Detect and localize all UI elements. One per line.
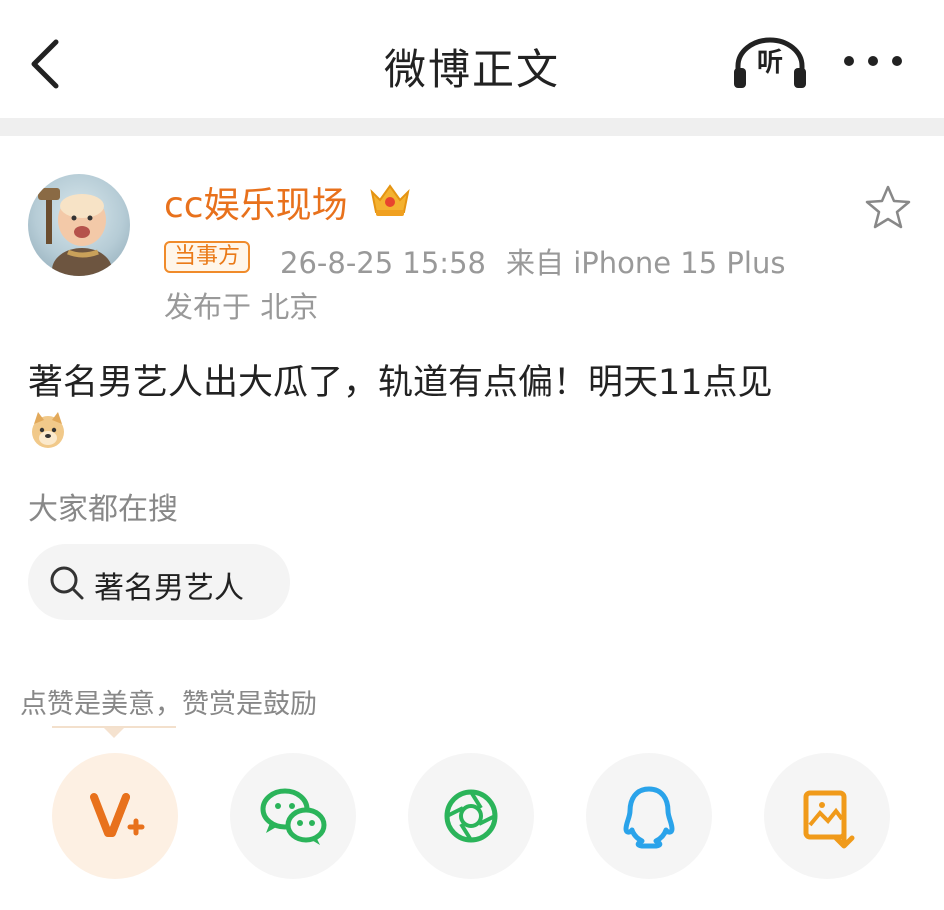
more-dots-icon [844,56,902,66]
wechat-icon [260,788,327,845]
trending-search-heading: 大家都在搜 [28,492,178,527]
share-qq-button[interactable] [586,753,712,879]
save-image-button[interactable] [764,753,890,879]
v-plus-icon [90,793,145,837]
weibo-post-page: 微博正文 听 cc娱乐现场 当事方 26-8-25 15:58 来自 iPhon… [0,0,944,910]
search-chip[interactable]: 著名男艺人 [28,544,290,620]
post-location: 发布于 北京 [164,290,319,324]
avatar-image [38,188,112,276]
doge-emoji-icon [28,410,68,450]
qq-icon [623,786,675,849]
reward-pointer [104,728,124,738]
crown-icon [368,180,412,220]
reward-prompt: 点赞是美意，赞赏是鼓励 [20,689,317,720]
post-meta: 26-8-25 15:58 来自 iPhone 15 Plus [280,240,785,282]
listen-label: 听 [756,48,783,78]
share-moments-button[interactable] [408,753,534,879]
header-divider [0,118,944,136]
post-text: 著名男艺人出大瓜了，轨道有点偏！明天11点见 [28,363,773,403]
share-wechat-button[interactable] [230,753,356,879]
post-source: 来自 iPhone 15 Plus [505,246,786,280]
favorite-button[interactable] [864,184,912,230]
reward-v-button[interactable] [52,753,178,879]
listen-button[interactable]: 听 [732,36,808,92]
more-options-button[interactable] [838,46,908,76]
moments-icon [444,789,498,843]
save-image-icon [803,790,855,849]
avatar[interactable] [28,174,130,276]
search-chip-label: 著名男艺人 [94,571,244,606]
username[interactable]: cc娱乐现场 [164,176,348,228]
status-badge: 当事方 [164,241,251,273]
top-bar: 微博正文 听 [0,0,944,118]
post-timestamp: 26-8-25 15:58 [280,246,486,280]
search-icon [50,566,84,600]
star-icon [865,185,911,229]
